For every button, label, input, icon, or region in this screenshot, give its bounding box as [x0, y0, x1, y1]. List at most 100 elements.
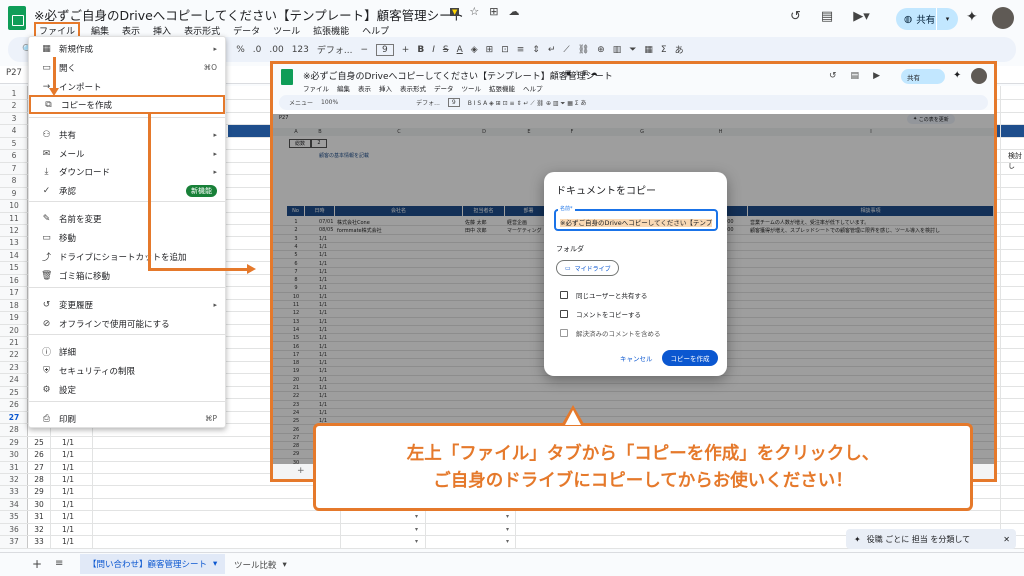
font-size-increase[interactable]: +: [402, 45, 410, 55]
file-menu-item-share[interactable]: ⚇ 共有 ▸: [29, 125, 227, 144]
file-menu-item-version-history[interactable]: ↺ 変更履歴 ▸: [29, 295, 227, 314]
decimal-decrease-button[interactable]: .0: [253, 45, 262, 55]
row-number[interactable]: 33: [0, 487, 28, 496]
row-number[interactable]: 15: [0, 263, 28, 272]
label-icon[interactable]: ▼: [450, 7, 460, 16]
row-number[interactable]: 28: [0, 425, 28, 434]
file-menu-item-print[interactable]: ⎙ 印刷 ⌘P: [29, 409, 227, 428]
move-icon[interactable]: ⊞: [489, 5, 498, 18]
suggestion-chip[interactable]: ✦ 役職 ごとに 担当 を分類して ✕: [846, 529, 1016, 549]
row-number[interactable]: 14: [0, 251, 28, 260]
cell-no[interactable]: 30: [28, 500, 50, 509]
borders-icon[interactable]: ⊞: [486, 45, 494, 55]
menu-help[interactable]: ヘルプ: [360, 23, 391, 38]
row-number[interactable]: 4: [0, 126, 28, 135]
row-number[interactable]: 37: [0, 537, 28, 546]
row-number[interactable]: 21: [0, 338, 28, 347]
avatar[interactable]: [992, 7, 1014, 29]
row-number[interactable]: 18: [0, 301, 28, 310]
file-menu-item-email[interactable]: ✉ メール ▸: [29, 144, 227, 163]
row-number[interactable]: 27: [0, 413, 28, 422]
cell-no[interactable]: 29: [28, 487, 50, 496]
decimal-increase-button[interactable]: .00: [269, 45, 283, 55]
dropdown-chevron-icon[interactable]: ▾: [506, 513, 509, 520]
cell-date[interactable]: 1/1: [62, 475, 74, 484]
row-number[interactable]: 20: [0, 326, 28, 335]
cell-no[interactable]: 25: [28, 438, 50, 447]
menu-extensions[interactable]: 拡張機能: [311, 23, 351, 38]
file-menu-item-security[interactable]: ⛨ セキュリティの制限: [29, 361, 227, 380]
history-icon[interactable]: ↺: [790, 9, 801, 24]
file-menu-item-make-copy[interactable]: ⧉ コピーを作成: [29, 95, 225, 114]
add-sheet-icon[interactable]: +: [32, 557, 42, 571]
row-number[interactable]: 22: [0, 350, 28, 359]
close-icon[interactable]: ✕: [1003, 535, 1010, 544]
strike-button[interactable]: S: [443, 45, 449, 55]
row-number[interactable]: 30: [0, 450, 28, 459]
italic-button[interactable]: I: [432, 45, 435, 55]
gemini-icon[interactable]: ✦: [966, 9, 978, 25]
file-menu-item-rename[interactable]: ✎ 名前を変更: [29, 209, 227, 228]
row-number[interactable]: 3: [0, 114, 28, 123]
dropdown-chevron-icon[interactable]: ▾: [415, 513, 418, 520]
row-number[interactable]: 34: [0, 500, 28, 509]
cell-no[interactable]: 31: [28, 512, 50, 521]
row-number[interactable]: 26: [0, 400, 28, 409]
cell-date[interactable]: 1/1: [62, 463, 74, 472]
menu-data[interactable]: データ: [231, 23, 262, 38]
share-dropdown-button[interactable]: ▾: [936, 8, 958, 30]
file-menu-item-settings[interactable]: ⚙ 設定: [29, 380, 227, 399]
cloud-status-icon[interactable]: ☁: [508, 5, 519, 18]
filter-views-icon[interactable]: ▦: [644, 45, 653, 55]
row-number[interactable]: 25: [0, 388, 28, 397]
font-size-input[interactable]: 9: [376, 43, 394, 56]
file-menu-item-move[interactable]: ▭ 移動: [29, 228, 227, 247]
row-number[interactable]: 36: [0, 525, 28, 534]
row-number[interactable]: 5: [0, 139, 28, 148]
row-number[interactable]: 12: [0, 226, 28, 235]
meet-icon[interactable]: ▶▾: [853, 9, 870, 24]
sheet-tab-active[interactable]: 【問い合わせ】顧客管理シート ▾: [80, 554, 226, 574]
row-number[interactable]: 7: [0, 164, 28, 173]
row-number[interactable]: 32: [0, 475, 28, 484]
row-number[interactable]: 17: [0, 288, 28, 297]
bold-button[interactable]: B: [417, 45, 424, 55]
row-number[interactable]: 16: [0, 276, 28, 285]
functions-button[interactable]: Σ: [661, 45, 667, 55]
merge-icon[interactable]: ⊡: [501, 45, 509, 55]
link-icon[interactable]: ⛓: [578, 45, 589, 55]
row-number[interactable]: 11: [0, 214, 28, 223]
cell-date[interactable]: 1/1: [62, 450, 74, 459]
align-icon[interactable]: ≡: [517, 45, 525, 55]
valign-icon[interactable]: ⇕: [532, 45, 540, 55]
row-number[interactable]: 24: [0, 375, 28, 384]
comment-icon[interactable]: ▤: [821, 9, 833, 24]
row-number[interactable]: 8: [0, 176, 28, 185]
rotate-icon[interactable]: ⟋: [563, 45, 569, 55]
row-number[interactable]: 6: [0, 151, 28, 160]
filter-icon[interactable]: ⏷: [629, 45, 636, 55]
cell-no[interactable]: 27: [28, 463, 50, 472]
row-number[interactable]: 10: [0, 201, 28, 210]
menu-tools[interactable]: ツール: [271, 23, 302, 38]
file-menu-item-approvals[interactable]: ✓ 承認 新機能: [29, 181, 227, 200]
cell-no[interactable]: 33: [28, 537, 50, 546]
number-format-button[interactable]: 123: [292, 45, 309, 55]
cell-date[interactable]: 1/1: [62, 537, 74, 546]
row-number[interactable]: 9: [0, 189, 28, 198]
cell-no[interactable]: 26: [28, 450, 50, 459]
file-menu-item-open[interactable]: ▭ 開く ⌘O: [29, 58, 227, 77]
sheets-logo-icon[interactable]: [8, 6, 26, 30]
cell-date[interactable]: 1/1: [62, 525, 74, 534]
cell-date[interactable]: 1/1: [62, 512, 74, 521]
fill-color-icon[interactable]: ◈: [471, 45, 478, 55]
chart-icon[interactable]: ▥: [613, 45, 622, 55]
input-tools-button[interactable]: あ: [675, 43, 684, 56]
file-menu-item-new[interactable]: ▦ 新規作成 ▸: [29, 39, 227, 58]
text-color-button[interactable]: A: [457, 45, 463, 55]
font-size-decrease[interactable]: −: [360, 45, 368, 55]
dropdown-chevron-icon[interactable]: ▾: [506, 526, 509, 533]
row-number[interactable]: 23: [0, 363, 28, 372]
dropdown-chevron-icon[interactable]: ▾: [506, 538, 509, 545]
cell-no[interactable]: 28: [28, 475, 50, 484]
